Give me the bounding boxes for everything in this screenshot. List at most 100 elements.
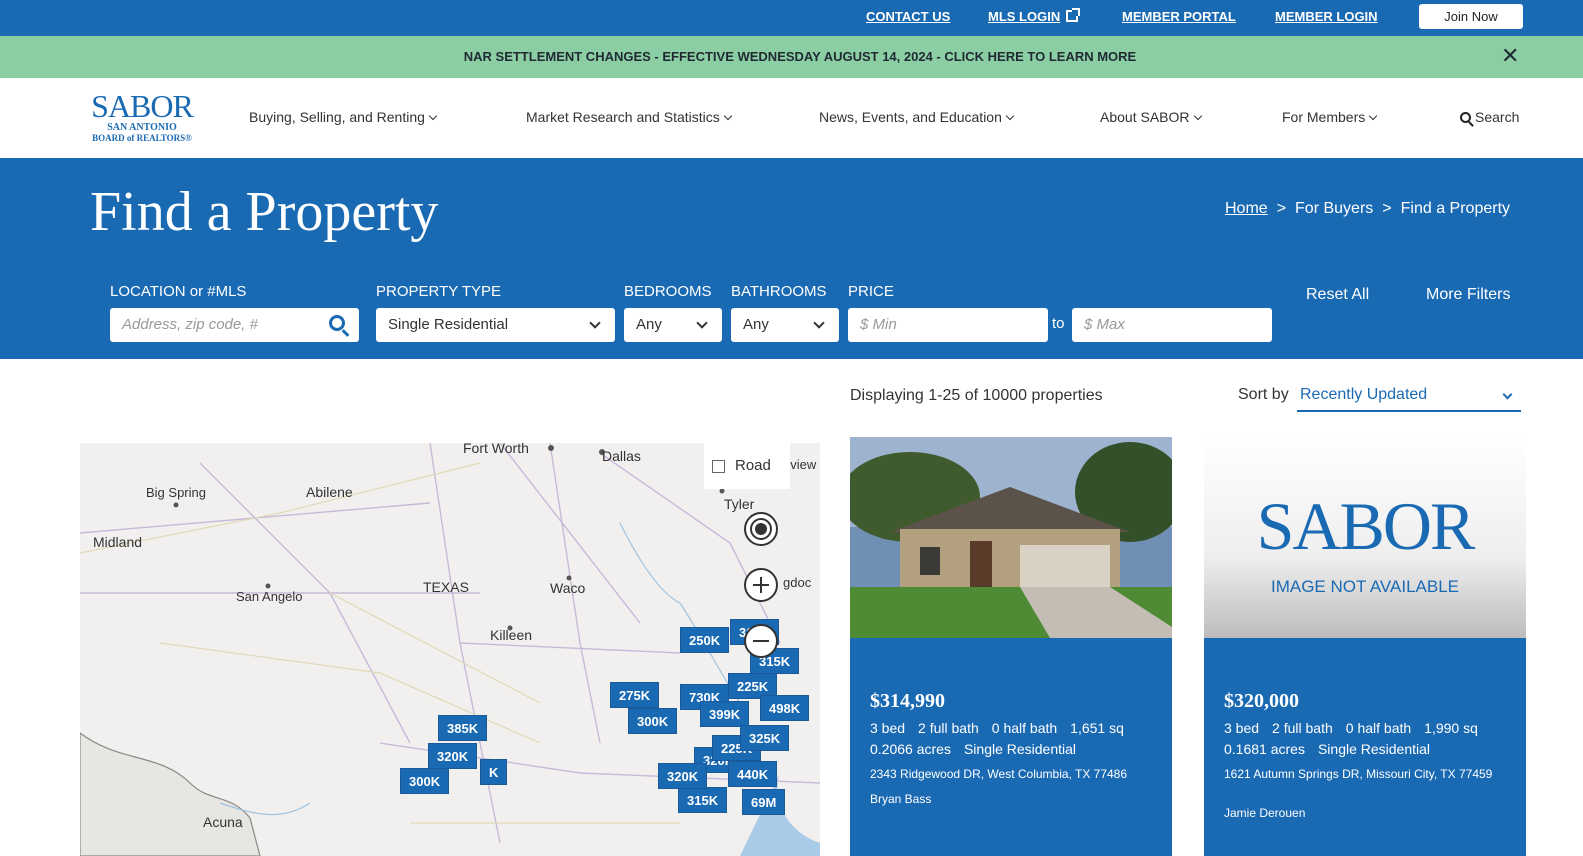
price-max-placeholder: $ Max xyxy=(1084,316,1125,333)
nav-label: Buying, Selling, and Renting xyxy=(249,109,425,125)
breadcrumb-separator: > xyxy=(1276,200,1287,217)
property-type-select[interactable]: Single Residential xyxy=(376,308,615,342)
breadcrumb-for-buyers[interactable]: For Buyers xyxy=(1295,200,1373,217)
reset-all-button[interactable]: Reset All xyxy=(1306,286,1369,304)
location-label: LOCATION or #MLS xyxy=(110,283,247,300)
mls-login-link[interactable]: MLS LOGIN xyxy=(988,8,1081,24)
property-card[interactable]: $314,990 3 bed 2 full bath 0 half bath 1,65… xyxy=(850,437,1172,856)
sort-value: Recently Updated xyxy=(1300,386,1428,403)
nav-market-research[interactable]: Market Research and Statistics xyxy=(526,109,732,125)
property-card[interactable]: SABOR IMAGE NOT AVAILABLE $320,000 3 bed… xyxy=(1204,437,1526,856)
listing-full-bath: 2 full bath xyxy=(1272,720,1333,736)
close-icon[interactable]: ✕ xyxy=(1501,45,1519,67)
announcement-text[interactable]: NAR SETTLEMENT CHANGES - EFFECTIVE WEDNE… xyxy=(0,49,1583,64)
map-label-waco: Waco xyxy=(550,580,586,596)
map-price-pin[interactable]: 69M xyxy=(742,789,786,815)
listing-lot: 0.1681 acres Single Residential xyxy=(1224,741,1443,757)
listing-agent: Bryan Bass xyxy=(870,792,932,806)
bathrooms-value: Any xyxy=(743,316,769,333)
listing-sqft: 1,990 sq xyxy=(1424,720,1478,736)
utility-bar: CONTACT US MLS LOGIN MEMBER PORTAL MEMBE… xyxy=(0,0,1583,36)
listing-address: 1621 Autumn Springs DR, Missouri City, T… xyxy=(1224,767,1493,781)
bathrooms-select[interactable]: Any xyxy=(731,308,839,342)
listing-specs: 3 bed 2 full bath 0 half bath 1,651 sq xyxy=(870,720,1137,736)
map-label-texas: TEXAS xyxy=(423,579,469,595)
search-icon[interactable] xyxy=(329,315,345,331)
chevron-down-icon xyxy=(696,317,708,329)
property-type-label: PROPERTY TYPE xyxy=(376,283,502,300)
listing-acres: 0.2066 acres xyxy=(870,741,951,757)
map-label-midland: Midland xyxy=(93,534,143,550)
nav-label: News, Events, and Education xyxy=(819,109,1002,125)
locate-me-icon[interactable] xyxy=(744,512,778,546)
member-login-link[interactable]: MEMBER LOGIN xyxy=(1275,9,1378,24)
map-price-pin[interactable]: 275K xyxy=(610,682,660,708)
map-label-san-angelo: San Angelo xyxy=(236,589,303,604)
listing-agent: Jamie Derouen xyxy=(1224,806,1306,820)
location-input[interactable]: Address, zip code, # xyxy=(110,308,359,342)
house-photo-icon xyxy=(850,437,1172,638)
map-price-pin[interactable]: 315K xyxy=(678,787,728,813)
member-portal-link[interactable]: MEMBER PORTAL xyxy=(1122,9,1236,24)
price-min-input[interactable]: $ Min xyxy=(848,308,1048,342)
nav-for-members[interactable]: For Members xyxy=(1282,109,1378,125)
map-label-big-spring: Big Spring xyxy=(146,485,206,500)
map-price-pin[interactable]: 250K xyxy=(680,627,730,653)
map-style-icon xyxy=(712,460,725,473)
image-not-available-placeholder[interactable]: SABOR IMAGE NOT AVAILABLE xyxy=(1204,437,1526,638)
main-nav: SABOR SAN ANTONIO BOARD of REALTORS® Buy… xyxy=(0,78,1583,158)
nav-buying-selling-renting[interactable]: Buying, Selling, and Renting xyxy=(249,109,438,125)
map-price-pin[interactable]: 320K xyxy=(428,743,478,769)
nav-about-sabor[interactable]: About SABOR xyxy=(1100,109,1202,125)
price-max-input[interactable]: $ Max xyxy=(1072,308,1272,342)
map-price-pin[interactable]: 300K xyxy=(400,768,450,794)
map-style-toggle[interactable]: Road xyxy=(704,443,790,489)
map-price-pin[interactable]: 498K xyxy=(760,695,810,721)
logo-line-2: BOARD of REALTORS® xyxy=(92,133,192,143)
listing-lot: 0.2066 acres Single Residential xyxy=(870,741,1089,757)
map-label-fort-worth: Fort Worth xyxy=(463,443,529,456)
sabor-logo[interactable]: SABOR SAN ANTONIO BOARD of REALTORS® xyxy=(87,90,197,150)
nav-search[interactable]: Search xyxy=(1460,109,1519,125)
map-price-pin[interactable]: 385K xyxy=(438,715,488,741)
breadcrumb: Home > For Buyers > Find a Property xyxy=(1225,200,1510,218)
zoom-in-icon[interactable] xyxy=(744,568,778,602)
map-price-pin[interactable]: 399K xyxy=(700,701,750,727)
breadcrumb-home[interactable]: Home xyxy=(1225,200,1268,217)
property-photo[interactable] xyxy=(850,437,1172,638)
listing-full-bath: 2 full bath xyxy=(918,720,979,736)
map-price-pin[interactable]: K xyxy=(480,759,508,785)
map-label-partial: gdoc xyxy=(783,575,812,590)
map-price-pin[interactable]: 300K xyxy=(628,708,678,734)
page-title: Find a Property xyxy=(90,181,439,243)
listing-half-bath: 0 half bath xyxy=(1345,720,1412,736)
bedrooms-select[interactable]: Any xyxy=(624,308,722,342)
price-label: PRICE xyxy=(848,283,894,300)
mls-login-label: MLS LOGIN xyxy=(988,9,1061,24)
announcement-bar[interactable]: NAR SETTLEMENT CHANGES - EFFECTIVE WEDNE… xyxy=(0,36,1583,78)
listing-sqft: 1,651 sq xyxy=(1070,720,1124,736)
contact-us-link[interactable]: CONTACT US xyxy=(866,9,950,24)
property-map[interactable]: Fort Worth Dallas Tyler Big Spring Abile… xyxy=(80,443,820,856)
listing-beds: 3 bed xyxy=(1224,720,1260,736)
nav-label: For Members xyxy=(1282,109,1366,125)
nav-label: About SABOR xyxy=(1100,109,1190,125)
sort-label: Sort by xyxy=(1238,386,1289,403)
map-price-pin[interactable]: 440K xyxy=(728,761,778,787)
join-now-button[interactable]: Join Now xyxy=(1419,4,1523,29)
bedrooms-label: BEDROOMS xyxy=(624,283,712,300)
location-placeholder: Address, zip code, # xyxy=(122,316,258,333)
sabor-logo: SABOR xyxy=(1256,488,1476,564)
map-label-acuna: Acuna xyxy=(203,814,243,830)
chevron-down-icon xyxy=(723,111,732,121)
sort-select[interactable]: Recently Updated xyxy=(1297,384,1521,412)
more-filters-button[interactable]: More Filters xyxy=(1426,286,1510,304)
zoom-out-icon[interactable] xyxy=(744,624,778,658)
price-min-placeholder: $ Min xyxy=(860,316,897,333)
map-price-pin[interactable]: 320K xyxy=(658,763,708,789)
nav-news-events[interactable]: News, Events, and Education xyxy=(819,109,1015,125)
map-price-pin[interactable]: 325K xyxy=(740,725,790,751)
map-label-dallas: Dallas xyxy=(602,448,641,464)
listing-acres: 0.1681 acres xyxy=(1224,741,1305,757)
listing-beds: 3 bed xyxy=(870,720,906,736)
